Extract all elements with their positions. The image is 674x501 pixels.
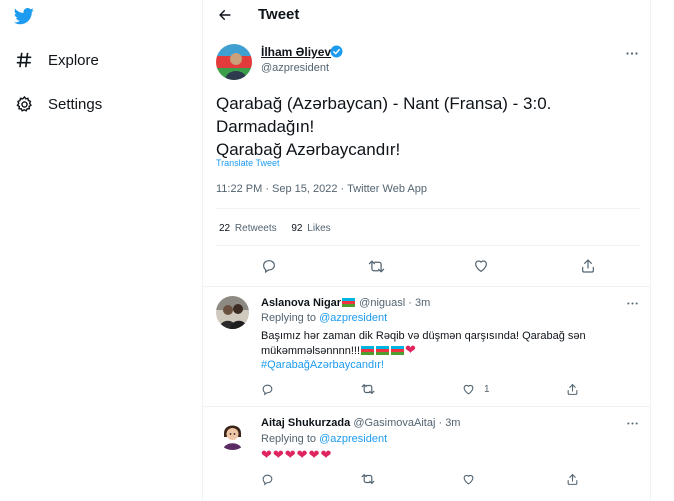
twitter-logo-icon[interactable]	[13, 6, 35, 26]
likes-stat[interactable]: 92 Likes	[291, 223, 330, 234]
author-avatar[interactable]	[216, 44, 252, 80]
reply-text: Başımız hər zaman dik Rəqib və düşmən qa…	[261, 329, 641, 372]
more-options-icon[interactable]	[624, 298, 640, 308]
tweet-stats: 22 Retweets 92 Likes	[219, 223, 343, 234]
heart-emoji-icon: ❤	[405, 342, 416, 357]
more-options-icon[interactable]	[624, 418, 640, 428]
divider	[216, 208, 640, 209]
reply-time[interactable]: · 3m	[408, 297, 430, 309]
page-title: Tweet	[258, 6, 300, 23]
like-count: 1	[484, 384, 490, 395]
retweet-icon[interactable]	[361, 472, 375, 486]
tweet-timestamp[interactable]: 11:22 PM · Sep 15, 2022 · Twitter Web Ap…	[216, 183, 427, 195]
avatar[interactable]	[216, 296, 249, 329]
tweet-text: Qarabağ (Azərbaycan) - Nant (Fransa) - 3…	[216, 92, 636, 161]
verified-badge-icon	[330, 45, 343, 58]
retweets-count: 22	[219, 223, 231, 234]
replying-to-label: Replying to	[261, 433, 317, 445]
reply-icon[interactable]	[260, 382, 274, 396]
retweets-stat[interactable]: 22 Retweets	[219, 223, 277, 234]
azerbaijan-flag-icon	[361, 345, 375, 355]
tweet-header: Tweet	[203, 0, 650, 30]
replying-to-label: Replying to	[261, 312, 317, 324]
tweet-text-line: Darmadağın!	[216, 117, 315, 136]
like-icon[interactable]	[472, 257, 490, 275]
azerbaijan-flag-icon	[391, 345, 405, 355]
divider	[203, 406, 650, 407]
reply-handle[interactable]: @niguasl	[359, 297, 405, 309]
share-icon[interactable]	[579, 257, 597, 275]
replying-to: Replying to @azpresident	[261, 433, 387, 445]
reply-text-line: mükəmməlsənnnn!!!	[261, 345, 361, 357]
author-name[interactable]: İlham Əliyev	[261, 45, 331, 59]
more-options-icon[interactable]	[624, 48, 640, 58]
nav-item-explore[interactable]: Explore	[14, 45, 99, 75]
back-arrow-icon[interactable]	[215, 5, 235, 25]
divider	[203, 286, 650, 287]
reply-text-line: Başımız hər zaman dik Rəqib və düşmən qa…	[261, 330, 586, 342]
likes-label: Likes	[307, 223, 331, 234]
reply-author-name[interactable]: Aitaj Shukurzada	[261, 417, 350, 429]
avatar[interactable]	[216, 417, 249, 450]
tweet-text-line: Qarabağ (Azərbaycan) - Nant (Fransa) - 3…	[216, 94, 552, 113]
like-icon[interactable]	[461, 472, 475, 486]
reply-handle[interactable]: @GasimovaAitaj	[353, 417, 435, 429]
replying-to: Replying to @azpresident	[261, 312, 387, 324]
sidebar-nav: Explore Settings	[0, 0, 202, 501]
azerbaijan-flag-icon	[376, 345, 390, 355]
reply-icon[interactable]	[260, 257, 278, 275]
likes-count: 92	[291, 223, 303, 234]
hashtag-icon	[14, 50, 34, 70]
share-icon[interactable]	[565, 472, 579, 486]
gear-icon	[14, 94, 34, 114]
translate-tweet-link[interactable]: Translate Tweet	[216, 158, 280, 168]
reply-author-name[interactable]: Aslanova Nigar	[261, 297, 341, 309]
like-icon[interactable]	[461, 382, 475, 396]
reply-icon[interactable]	[260, 472, 274, 486]
retweet-icon[interactable]	[367, 257, 385, 275]
nav-item-label: Explore	[48, 51, 99, 69]
retweet-icon[interactable]	[361, 382, 375, 396]
retweets-label: Retweets	[234, 223, 277, 234]
tweet-actions	[203, 257, 650, 277]
reply-author: Aslanova Nigar @niguasl · 3m	[261, 297, 430, 309]
tweet-column: Tweet İlham Əliyev @azpresident Qarabağ …	[202, 0, 651, 501]
nav-item-settings[interactable]: Settings	[14, 89, 102, 119]
reply-hashtag[interactable]: #QarabağAzərbaycandır!	[261, 358, 641, 372]
reply-text-line-2: mükəmməlsənnnn!!! ❤	[261, 343, 641, 358]
reply-author: Aitaj Shukurzada @GasimovaAitaj · 3m	[261, 417, 460, 429]
replying-to-handle[interactable]: @azpresident	[319, 312, 387, 324]
nav-item-label: Settings	[48, 95, 103, 113]
azerbaijan-flag-icon	[342, 298, 356, 307]
share-icon[interactable]	[565, 382, 579, 396]
reply-time[interactable]: · 3m	[438, 417, 460, 429]
replying-to-handle[interactable]: @azpresident	[319, 433, 387, 445]
divider	[216, 245, 640, 246]
reply-text: ❤❤❤❤❤❤	[261, 447, 333, 462]
author-handle[interactable]: @azpresident	[261, 62, 329, 74]
